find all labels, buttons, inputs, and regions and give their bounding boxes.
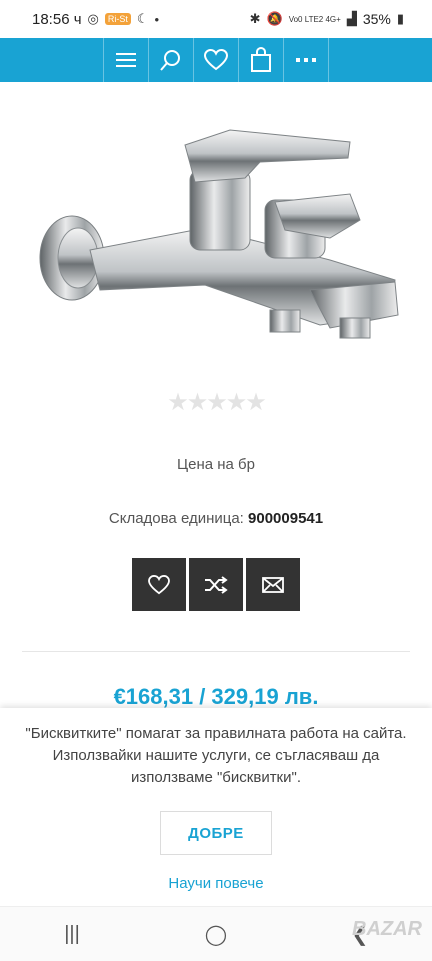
mute-icon: 🔕 bbox=[266, 11, 283, 26]
cookie-text: "Бисквитките" помагат за правилната рабо… bbox=[25, 725, 407, 786]
bag-icon bbox=[251, 47, 271, 72]
sku-value: 900009541 bbox=[248, 510, 324, 527]
product-image[interactable] bbox=[30, 110, 410, 350]
menu-icon bbox=[116, 53, 136, 67]
signal-icon: ▟ bbox=[346, 11, 357, 26]
wishlist-button[interactable] bbox=[193, 38, 238, 82]
viber-icon: ◎ bbox=[87, 11, 99, 26]
add-to-wishlist-button[interactable] bbox=[132, 558, 186, 611]
compare-button[interactable] bbox=[189, 558, 243, 611]
moon-icon: ☾ bbox=[136, 11, 149, 26]
menu-button[interactable] bbox=[103, 38, 148, 82]
product-rating: ★★★★★ bbox=[0, 388, 432, 417]
more-button[interactable] bbox=[283, 38, 329, 82]
bluetooth-icon: ✱ bbox=[249, 11, 261, 26]
status-bar: 18:56 ч ◎ Ri-St ☾ • ✱ 🔕 Vo0 LTE2 4G+ ▟ 3… bbox=[0, 0, 432, 38]
sku-label: Складова единица: bbox=[108, 510, 244, 527]
shuffle-icon bbox=[205, 575, 228, 594]
sku-line: Складова единица: 900009541 bbox=[0, 510, 432, 527]
price-unit-label: Цена на бр bbox=[177, 456, 255, 473]
watermark-logo: BAZAR bbox=[352, 918, 422, 940]
recent-apps-icon: ||| bbox=[64, 922, 80, 945]
recent-apps-button[interactable]: ||| bbox=[42, 914, 102, 954]
search-button[interactable] bbox=[148, 38, 193, 82]
learn-more-link[interactable]: Научи повече bbox=[0, 875, 432, 892]
cart-button[interactable] bbox=[238, 38, 283, 82]
product-price: €168,31 / 329,19 лв. bbox=[113, 684, 319, 709]
more-icon bbox=[296, 58, 316, 62]
site-navbar bbox=[0, 38, 432, 82]
status-time: 18:56 ч bbox=[32, 10, 82, 28]
envelope-icon bbox=[262, 576, 284, 593]
cookie-banner: "Бисквитките" помагат за правилната рабо… bbox=[0, 708, 432, 906]
app-badge: Ri-St bbox=[104, 13, 131, 25]
home-button[interactable]: ◯ bbox=[186, 914, 246, 954]
divider bbox=[22, 651, 410, 652]
dot-icon: • bbox=[154, 11, 160, 27]
heart-icon bbox=[204, 49, 228, 71]
rating-stars: ★★★★★ bbox=[167, 389, 267, 416]
accept-cookies-button[interactable]: ДОБРЕ bbox=[160, 811, 272, 855]
battery-icon: ▮ bbox=[396, 11, 404, 26]
network-label: Vo0 LTE2 4G+ bbox=[288, 14, 341, 24]
battery-level: 35% bbox=[362, 11, 391, 27]
search-icon bbox=[160, 50, 180, 71]
product-actions bbox=[132, 558, 300, 611]
email-button[interactable] bbox=[246, 558, 300, 611]
heart-icon bbox=[148, 574, 170, 594]
home-icon: ◯ bbox=[204, 923, 228, 946]
